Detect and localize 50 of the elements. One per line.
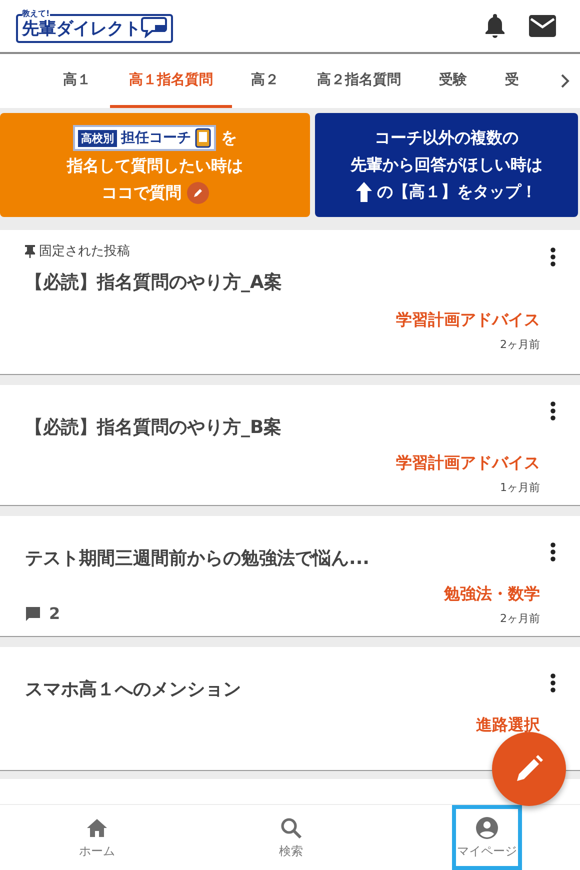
person-icon: [475, 816, 499, 840]
nav-item[interactable]: マイページ: [452, 805, 522, 870]
tab[interactable]: 受験: [420, 54, 486, 108]
post-card[interactable]: テスト期間三週間前からの勉強法で悩ん... 2 勉強法・数学 2ヶ月前: [0, 516, 580, 637]
category-tag[interactable]: 学習計画アドバイス: [396, 453, 540, 474]
category-tag[interactable]: 進路選択: [476, 715, 540, 736]
banner-text: 先輩から回答がほしい時は: [350, 154, 542, 176]
banner-text: を: [221, 127, 237, 149]
phone-icon: [195, 128, 211, 148]
post-card[interactable]: 【必読】指名質問のやり方_B案 学習計画アドバイス 1ヶ月前: [0, 385, 580, 506]
up-arrow-icon: [356, 182, 372, 202]
banner[interactable]: 高校別 担任コーチ を 指名して質問したい時は ココで質問: [0, 113, 310, 217]
nav-item[interactable]: ホーム: [0, 805, 194, 870]
post-time: 2ヶ月前: [500, 337, 540, 351]
search-icon: [279, 816, 303, 840]
banner-text: ココで質問: [102, 182, 182, 204]
post-title: スマホ高１へのメンション: [25, 678, 242, 701]
post-card[interactable]: スマホ高１へのメンション 進路選択: [0, 647, 580, 771]
pencil-icon: [186, 182, 208, 204]
coach-logo: 高校別 担任コーチ: [73, 125, 216, 151]
post-title: テスト期間三週間前からの勉強法で悩ん...: [25, 547, 371, 570]
more-icon[interactable]: [550, 542, 556, 562]
chevron-right-icon[interactable]: [560, 73, 570, 89]
tab[interactable]: 高１: [44, 54, 110, 108]
banner-text: コーチ以外の複数の: [374, 127, 518, 149]
category-tag[interactable]: 学習計画アドバイス: [396, 310, 540, 331]
tab[interactable]: 受: [486, 54, 538, 108]
banner[interactable]: コーチ以外の複数の 先輩から回答がほしい時は の【高１】をタップ！: [315, 113, 578, 217]
pinned-label: 固定された投稿: [39, 243, 130, 260]
more-icon[interactable]: [550, 673, 556, 693]
pencil-icon: [514, 754, 544, 784]
more-icon[interactable]: [550, 401, 556, 421]
post-time: 1ヶ月前: [500, 480, 540, 494]
post-card[interactable]: 固定された投稿 【必読】指名質問のやり方_A案 学習計画アドバイス 2ヶ月前: [0, 230, 580, 375]
tab[interactable]: 高２指名質問: [298, 54, 420, 108]
nav-item[interactable]: 検索: [194, 805, 388, 870]
category-tag[interactable]: 勉強法・数学: [444, 584, 540, 605]
speech-bubble-icon: [141, 16, 167, 38]
post-title: 【必読】指名質問のやり方_B案: [25, 416, 283, 439]
more-icon[interactable]: [550, 247, 556, 267]
banner-text: 指名して質問したい時は: [67, 155, 243, 177]
comment-icon: [25, 606, 41, 622]
tab[interactable]: 高１指名質問: [110, 54, 232, 108]
tab[interactable]: 高２: [232, 54, 298, 108]
comment-count: 2: [49, 604, 60, 623]
banner-text: の【高１】をタップ！: [377, 181, 537, 203]
post-time: 2ヶ月前: [500, 611, 540, 625]
mail-icon[interactable]: [529, 15, 556, 37]
post-title: 【必読】指名質問のやり方_A案: [25, 271, 283, 294]
bell-icon[interactable]: [483, 13, 507, 39]
